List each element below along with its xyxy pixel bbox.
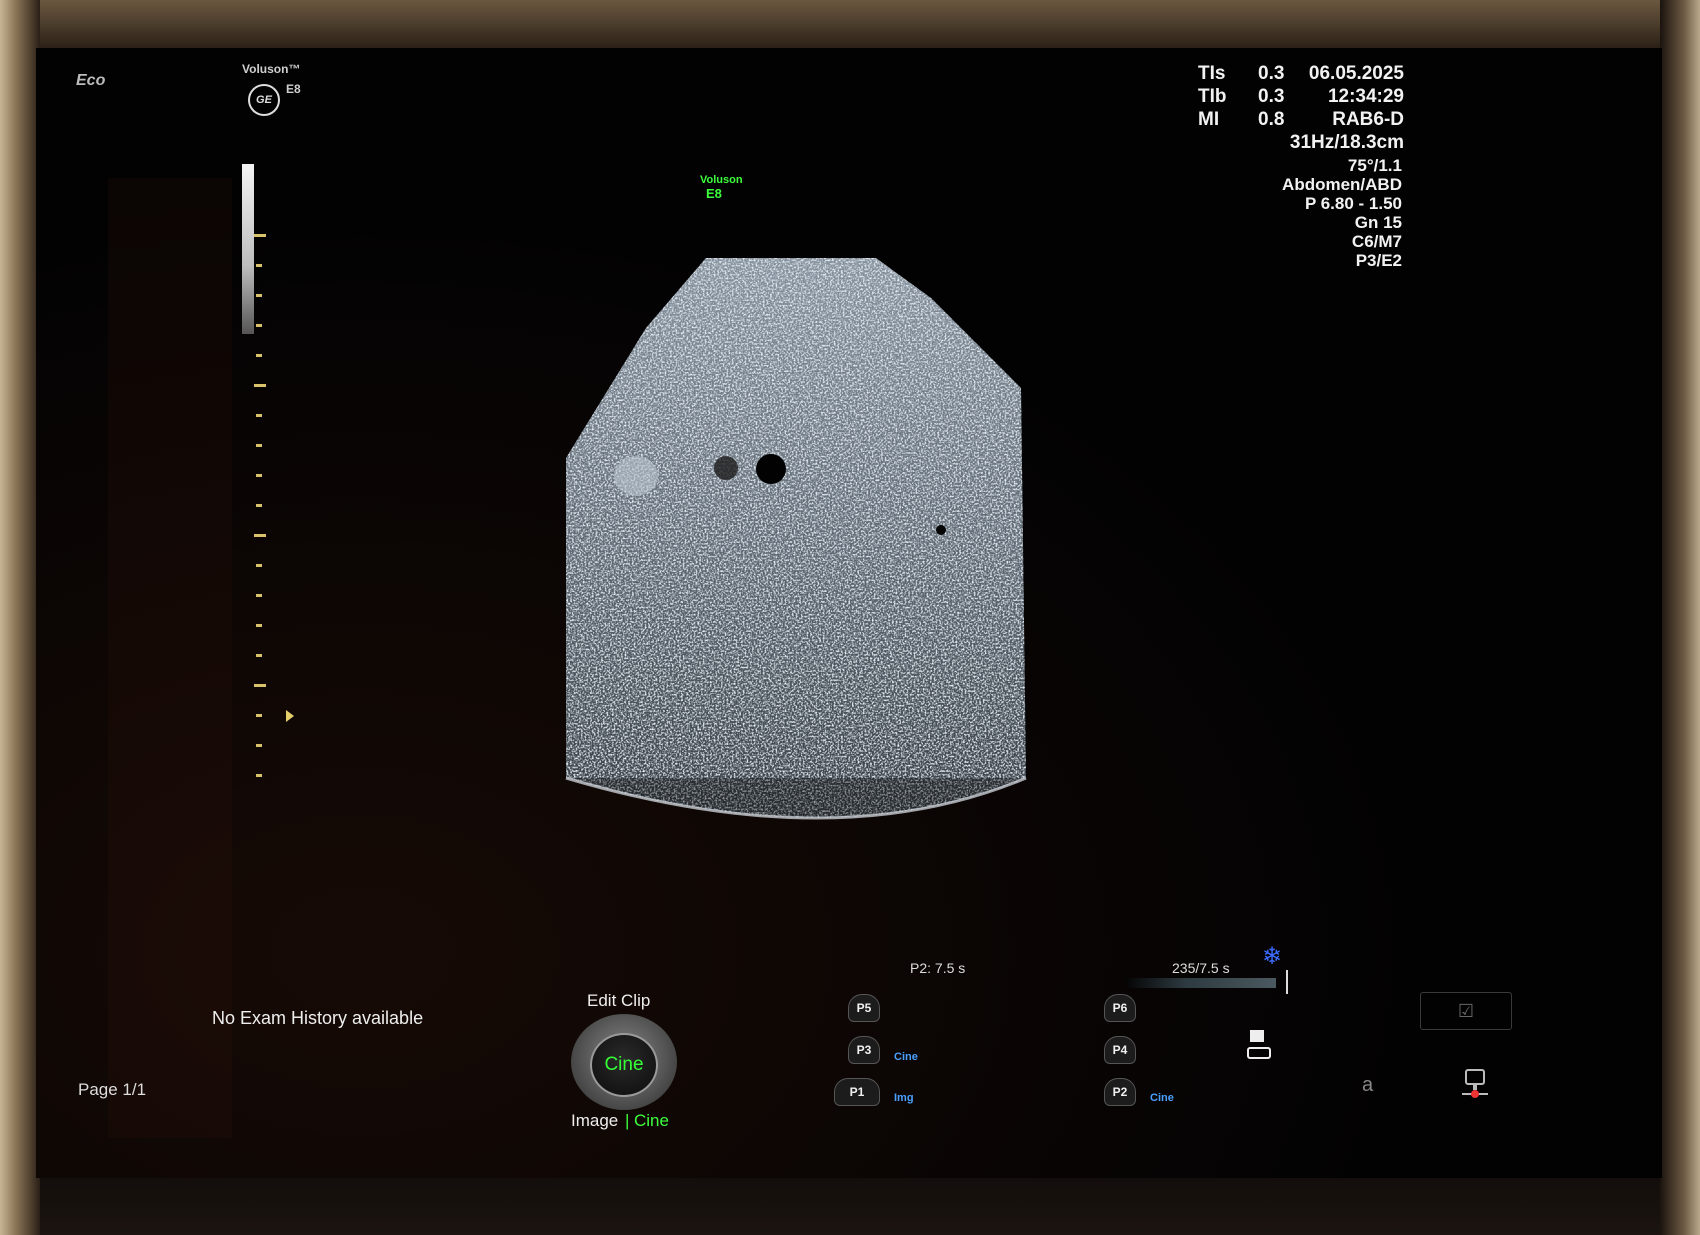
preset-tag-p3: Cine bbox=[894, 1051, 918, 1063]
preset-button-p5[interactable]: P5 bbox=[848, 994, 880, 1022]
preset-button-p4[interactable]: P4 bbox=[1104, 1036, 1136, 1064]
depth-tick bbox=[256, 294, 262, 297]
snowflake-icon[interactable]: ❄ bbox=[1262, 942, 1282, 971]
preset-key: P2 bbox=[1112, 1085, 1128, 1099]
depth-tick bbox=[256, 594, 262, 597]
depth-tick bbox=[256, 624, 262, 627]
depth-tick bbox=[256, 264, 262, 267]
exam-time: 12:34:29 bbox=[1327, 86, 1404, 107]
preset-button-p6[interactable]: P6 bbox=[1104, 994, 1136, 1022]
image-mode-label[interactable]: Image bbox=[571, 1111, 618, 1131]
depth-tick bbox=[256, 474, 262, 477]
tib-label: TIb bbox=[1198, 86, 1227, 107]
knob-label: Cine bbox=[604, 1054, 644, 1075]
preset-tag-p2: Cine bbox=[1150, 1092, 1174, 1104]
preset-button-p1[interactable]: P1 bbox=[834, 1078, 880, 1106]
preset-key: P4 bbox=[1112, 1043, 1128, 1057]
preset-name: Abdomen/ABD bbox=[1282, 175, 1402, 194]
depth-tick bbox=[254, 384, 266, 387]
tis-value: 0.3 bbox=[1258, 63, 1285, 84]
cine-mode-label[interactable]: Cine bbox=[634, 1111, 669, 1131]
voluson-logo-text: Voluson™ bbox=[242, 62, 301, 76]
focus-marker-icon[interactable] bbox=[286, 710, 294, 722]
grayscale-bar bbox=[242, 164, 254, 334]
checkbox-icon[interactable]: ☑ bbox=[1420, 992, 1512, 1030]
gain-value: Gn 15 bbox=[1354, 213, 1402, 232]
preset-tag-p1: Img bbox=[894, 1092, 914, 1104]
power-range: P 6.80 - 1.50 bbox=[1304, 194, 1402, 213]
depth-tick bbox=[256, 444, 262, 447]
cine-progress-bar[interactable] bbox=[1126, 978, 1276, 988]
ultrasound-image[interactable] bbox=[536, 218, 1136, 898]
model-logo-text: E8 bbox=[286, 82, 301, 96]
cine-knob-center[interactable]: Cine bbox=[590, 1033, 658, 1097]
mode-divider: | bbox=[625, 1111, 630, 1130]
cine-right-label: 235/7.5 s bbox=[1172, 960, 1230, 976]
left-side-panel bbox=[108, 178, 232, 1138]
monitor-frame-left bbox=[0, 0, 40, 1235]
cine-end-marker[interactable] bbox=[1286, 970, 1288, 994]
depth-tick bbox=[256, 504, 262, 507]
depth-tick bbox=[256, 354, 262, 357]
depth-tick bbox=[256, 654, 262, 657]
exam-history-text: No Exam History available bbox=[212, 1008, 424, 1028]
keyboard-hint: a bbox=[1362, 1074, 1374, 1096]
overlay-model: E8 bbox=[706, 186, 722, 201]
depth-tick bbox=[254, 234, 266, 237]
preset-key: P6 bbox=[1112, 1001, 1128, 1015]
depth-tick bbox=[256, 414, 262, 417]
network-device-icon[interactable] bbox=[1460, 1068, 1490, 1102]
preset-button-p2[interactable]: P2 bbox=[1104, 1078, 1136, 1106]
c-m-value: C6/M7 bbox=[1351, 232, 1402, 251]
depth-tick bbox=[256, 714, 262, 717]
depth-tick bbox=[256, 774, 262, 777]
ultrasound-screen: Eco Voluson™ GE E8 TIs 0.3 TIb 0.3 MI 0.… bbox=[36, 48, 1662, 1178]
p-e-value: P3/E2 bbox=[1355, 251, 1402, 270]
depth-tick bbox=[256, 564, 262, 567]
monitor-frame-right bbox=[1660, 0, 1700, 1235]
preset-key: P3 bbox=[856, 1043, 872, 1057]
depth-tick bbox=[254, 534, 266, 537]
printer-icon bbox=[1247, 1030, 1271, 1059]
probe-name: RAB6-D bbox=[1332, 109, 1404, 130]
preset-button-p3[interactable]: P3 bbox=[848, 1036, 880, 1064]
exam-date: 06.05.2025 bbox=[1308, 63, 1404, 84]
sector-angle: 75°/1.1 bbox=[1347, 156, 1402, 175]
eco-logo: Eco bbox=[76, 72, 106, 89]
depth-tick bbox=[256, 324, 262, 327]
cine-left-label: P2: 7.5 s bbox=[910, 960, 966, 976]
ge-logo-text: GE bbox=[256, 94, 272, 106]
page-indicator: Page 1/1 bbox=[78, 1080, 147, 1099]
mi-label: MI bbox=[1198, 109, 1220, 130]
preset-key: P5 bbox=[856, 1001, 872, 1015]
frame-rate-depth: 31Hz/18.3cm bbox=[1289, 132, 1404, 153]
preset-key: P1 bbox=[849, 1085, 865, 1099]
mi-value: 0.8 bbox=[1258, 109, 1285, 130]
ge-logo-icon: GE bbox=[248, 84, 280, 116]
depth-tick bbox=[256, 744, 262, 747]
tis-label: TIs bbox=[1198, 63, 1226, 84]
edit-clip-label: Edit Clip bbox=[587, 991, 651, 1010]
tib-value: 0.3 bbox=[1258, 86, 1285, 107]
depth-tick bbox=[254, 684, 266, 687]
